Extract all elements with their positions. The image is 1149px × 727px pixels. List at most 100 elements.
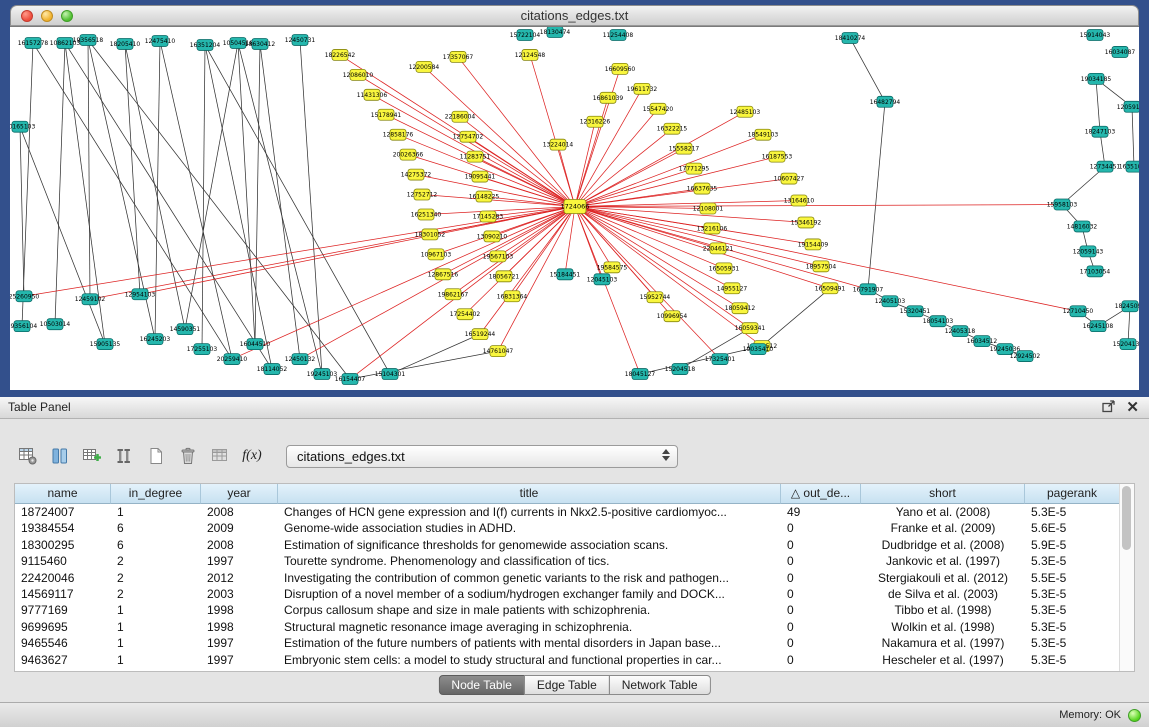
graph-node[interactable]: 12459102 [75, 294, 106, 305]
graph-node[interactable]: 19611732 [627, 83, 658, 94]
graph-node[interactable]: 12405103 [875, 296, 906, 307]
graph-node[interactable]: 12059143 [1073, 246, 1104, 257]
table-row[interactable]: 911546021997Tourette syndrome. Phenomeno… [15, 553, 1119, 569]
graph-node[interactable]: 19034185 [1081, 73, 1112, 84]
graph-node[interactable]: 16187553 [762, 151, 793, 162]
graph-node[interactable]: 13090210 [477, 231, 508, 242]
graph-node[interactable]: 14761047 [483, 346, 514, 357]
delete-table-button[interactable] [176, 443, 200, 469]
column-header-in-degree[interactable]: in_degree [111, 484, 201, 504]
graph-node[interactable]: 15346192 [791, 217, 822, 228]
create-column-button[interactable] [80, 443, 104, 469]
column-bars-button[interactable] [112, 443, 136, 469]
minimize-window-button[interactable] [41, 10, 53, 22]
graph-node[interactable]: 16157278 [18, 37, 49, 48]
graph-node[interactable]: 13216106 [697, 223, 728, 234]
table-row[interactable]: 2242004622012Investigating the contribut… [15, 570, 1119, 586]
graph-node[interactable]: 17103054 [1080, 266, 1111, 277]
graph-node[interactable]: 19035410 [743, 344, 774, 355]
graph-node[interactable]: 19862167 [438, 289, 469, 300]
graph-node[interactable]: 12710450 [1063, 306, 1094, 317]
graph-node[interactable]: 12405318 [945, 326, 976, 337]
graph-node[interactable]: 16509491 [815, 283, 846, 294]
table-source-select[interactable]: citations_edges.txt [286, 445, 678, 468]
graph-node[interactable]: 18130474 [540, 27, 571, 37]
graph-node[interactable]: 15558217 [669, 143, 700, 154]
close-window-button[interactable] [21, 10, 33, 22]
graph-node[interactable]: 15958103 [1047, 199, 1078, 210]
graph-node[interactable]: 12754702 [453, 131, 484, 142]
tab-network-table[interactable]: Network Table [609, 675, 711, 695]
graph-node[interactable]: 22186004 [445, 111, 476, 122]
graph-node[interactable]: 18054103 [923, 316, 954, 327]
graph-node[interactable]: 16044510 [240, 339, 271, 350]
graph-node[interactable]: 17254402 [450, 309, 481, 320]
graph-node[interactable]: 12200584 [409, 61, 440, 72]
float-panel-icon[interactable] [1102, 400, 1116, 416]
graph-node[interactable]: 17325401 [705, 354, 736, 365]
graph-node[interactable]: 15952744 [640, 292, 671, 303]
graph-node[interactable]: 12316226 [580, 116, 611, 127]
graph-node[interactable]: 16609560 [605, 63, 636, 74]
graph-node[interactable]: 16034087 [1105, 46, 1136, 57]
graph-node[interactable]: 16245203 [140, 334, 171, 345]
graph-node[interactable]: 10996954 [657, 311, 688, 322]
graph-node[interactable]: 17357067 [443, 51, 474, 62]
graph-node[interactable]: 16148225 [469, 191, 500, 202]
graph-node[interactable]: 12045103 [587, 274, 618, 285]
graph-node[interactable]: 12485103 [730, 106, 761, 117]
graph-node[interactable]: 13164610 [784, 195, 815, 206]
graph-node[interactable]: 16034512 [967, 336, 998, 347]
graph-node[interactable]: 12450731 [285, 34, 316, 45]
graph-node[interactable]: 13224014 [543, 139, 574, 150]
graph-node[interactable]: 15204518 [665, 364, 696, 375]
graph-node[interactable]: 16482794 [870, 96, 901, 107]
tab-node-table[interactable]: Node Table [438, 675, 525, 695]
graph-node[interactable]: 19095441 [465, 171, 496, 182]
graph-node[interactable]: 12059108 [1117, 101, 1139, 112]
column-header-year[interactable]: year [201, 484, 278, 504]
graph-node[interactable]: 10503014 [40, 319, 71, 330]
close-panel-icon[interactable]: ✕ [1126, 400, 1139, 416]
graph-node[interactable]: 18205410 [110, 38, 141, 49]
table-row[interactable]: 969969511998Structural magnetic resonanc… [15, 619, 1119, 635]
graph-node[interactable]: 17255103 [187, 344, 218, 355]
import-table-button[interactable] [208, 443, 232, 469]
table-row[interactable]: 1456911722003Disruption of a novel membe… [15, 586, 1119, 602]
tab-edge-table[interactable]: Edge Table [524, 675, 610, 695]
graph-node[interactable]: 16861039 [593, 92, 624, 103]
column-header-name[interactable]: name [15, 484, 111, 504]
scrollbar-thumb[interactable] [1122, 486, 1131, 550]
graph-node[interactable]: 19584575 [597, 262, 628, 273]
graph-node[interactable]: 11431306 [357, 89, 388, 100]
graph-node[interactable]: 12734451 [1090, 161, 1121, 172]
graph-node[interactable]: 18549103 [748, 129, 779, 140]
graph-node[interactable]: 16831364 [497, 291, 528, 302]
graph-node[interactable]: 12924502 [1010, 351, 1041, 362]
zoom-window-button[interactable] [61, 10, 73, 22]
graph-node[interactable]: 18957504 [806, 261, 837, 272]
graph-node[interactable]: 12124548 [515, 49, 546, 60]
table-scrollbar[interactable] [1119, 484, 1134, 671]
graph-node[interactable]: 12858176 [383, 129, 414, 140]
graph-node[interactable]: 16154407 [335, 374, 366, 385]
graph-node[interactable]: 22046121 [703, 243, 734, 254]
graph-node[interactable]: 18247103 [1085, 126, 1116, 137]
graph-node[interactable]: 18630412 [245, 38, 276, 49]
network-canvas[interactable]: 1822654212086010114313061517894112858176… [10, 26, 1139, 390]
graph-node[interactable]: 16519244 [465, 329, 496, 340]
graph-node[interactable]: 16637635 [687, 183, 718, 194]
graph-node[interactable]: 25260950 [10, 291, 39, 302]
graph-node[interactable]: 16791907 [853, 284, 884, 295]
graph-node[interactable]: 15905135 [90, 339, 121, 350]
graph-node[interactable]: 14590351 [170, 324, 201, 335]
graph-node[interactable]: 15320451 [900, 306, 931, 317]
window-titlebar[interactable]: citations_edges.txt [10, 5, 1139, 26]
graph-node[interactable]: 19567103 [483, 251, 514, 262]
graph-node[interactable]: 11254408 [603, 29, 634, 40]
graph-node[interactable]: 14816032 [1067, 221, 1098, 232]
graph-node[interactable]: 12086010 [343, 69, 374, 80]
table-mode-button[interactable] [16, 443, 40, 469]
graph-node[interactable]: 16351098 [1119, 161, 1139, 172]
network-graph[interactable]: 1822654212086010114313061517894112858176… [10, 27, 1139, 390]
